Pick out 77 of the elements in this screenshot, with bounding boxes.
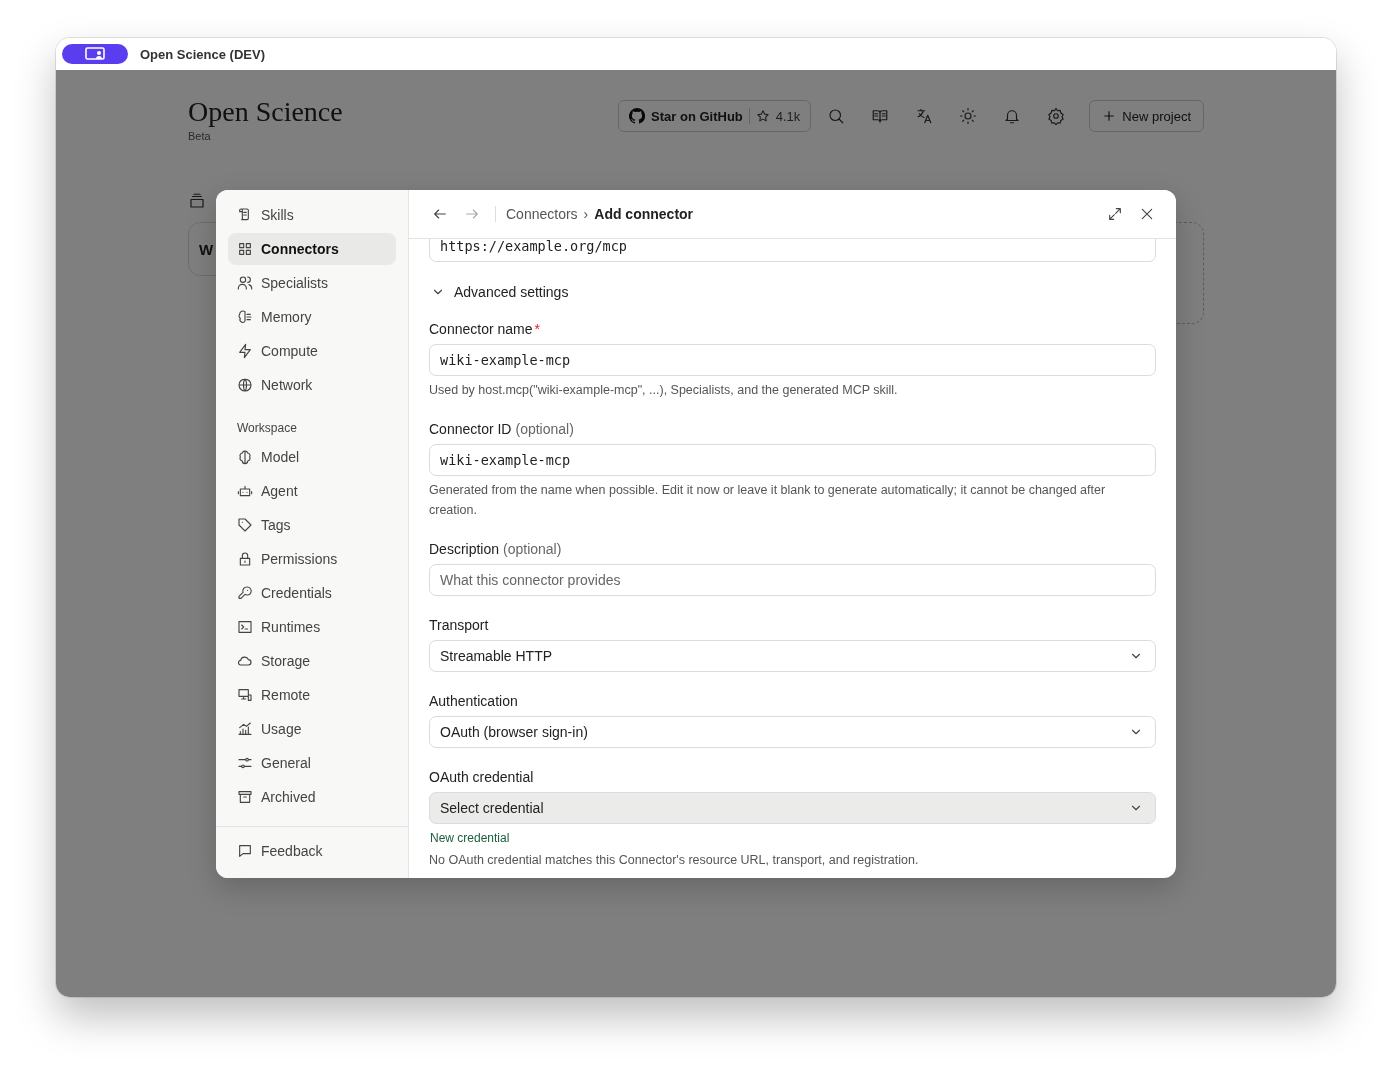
- text-field[interactable]: wiki-example-mcp: [429, 444, 1156, 476]
- required-mark: *: [534, 321, 540, 337]
- sidebar-item-icon: [237, 449, 253, 465]
- sidebar-item-icon: [237, 241, 253, 257]
- sidebar-heading: Workspace: [236, 420, 298, 437]
- sidebar-item[interactable]: General: [228, 747, 396, 779]
- sidebar-item-icon: [237, 585, 253, 601]
- sidebar-item[interactable]: Tags: [228, 509, 396, 541]
- sidebar-item-icon: [237, 687, 253, 703]
- sidebar-item[interactable]: Skills: [228, 199, 396, 231]
- sidebar-item-icon: [237, 517, 253, 533]
- field-label: Connector name*: [429, 321, 541, 337]
- settings-icon: [1047, 107, 1066, 125]
- sidebar-item[interactable]: Permissions: [228, 543, 396, 575]
- github-star-button[interactable]: Star on GitHub 4.1k: [618, 100, 812, 132]
- sidebar-item[interactable]: Runtimes: [228, 611, 396, 643]
- speech-bubble-icon: [237, 843, 253, 859]
- field-label: Authentication: [429, 693, 519, 709]
- field-label: Description (optional): [429, 541, 563, 557]
- book-icon: [871, 107, 890, 125]
- breadcrumb-link[interactable]: Connectors: [506, 206, 578, 222]
- app-title: Open Science: [188, 96, 343, 128]
- expand-icon: [1107, 206, 1123, 222]
- close-icon: [1139, 206, 1155, 222]
- help-text: Generated from the name when possible. Edit it now or leave it blank to generate automatically; it cannot be changed after creation.: [429, 482, 1107, 519]
- sidebar-item[interactable]: Network: [228, 369, 396, 401]
- sidebar-item-icon: [237, 309, 253, 325]
- select-field[interactable]: OAuth (browser sign-in): [429, 716, 1156, 748]
- text-field[interactable]: wiki-example-mcp: [429, 344, 1156, 376]
- sidebar-item[interactable]: Archived: [228, 781, 396, 813]
- sidebar-item[interactable]: Connectors: [228, 233, 396, 265]
- sidebar-item[interactable]: Credentials: [228, 577, 396, 609]
- bell-icon: [1003, 107, 1022, 125]
- url-field[interactable]: https://example.org/mcp: [429, 239, 1156, 262]
- sidebar-item-icon: [237, 483, 253, 499]
- sidebar-item-icon: [237, 551, 253, 567]
- sidebar-item-icon: [237, 721, 253, 737]
- window-title: Open Science (DEV): [140, 46, 265, 62]
- sidebar-item[interactable]: Compute: [228, 335, 396, 367]
- sidebar-item-icon: [237, 275, 253, 291]
- translate-icon: [915, 107, 934, 125]
- breadcrumb-separator: ›: [583, 206, 589, 222]
- sidebar-item-icon: [237, 789, 253, 805]
- feedback-item[interactable]: Feedback: [228, 835, 396, 867]
- sun-icon: [959, 107, 978, 125]
- sidebar-item[interactable]: Usage: [228, 713, 396, 745]
- sidebar-item[interactable]: Agent: [228, 475, 396, 507]
- app-subtitle: Beta: [188, 130, 212, 142]
- sidebar-item[interactable]: Specialists: [228, 267, 396, 299]
- sidebar-item-icon: [237, 653, 253, 669]
- field-label: Connector ID (optional): [429, 421, 575, 437]
- sidebar-item[interactable]: Model: [228, 441, 396, 473]
- select-field[interactable]: Streamable HTTP: [429, 640, 1156, 672]
- sidebar-item[interactable]: Memory: [228, 301, 396, 333]
- star-icon: [755, 109, 770, 123]
- arrow-left-icon: [432, 206, 448, 222]
- advanced-settings-toggle[interactable]: Advanced settings: [429, 284, 1156, 300]
- sidebar-item[interactable]: Storage: [228, 645, 396, 677]
- field-label: OAuth credential: [429, 769, 535, 785]
- sidebar-item-icon: [237, 755, 253, 771]
- sidebar-item-icon: [237, 343, 253, 359]
- stack-icon: [188, 192, 206, 210]
- sidebar-item[interactable]: Remote: [228, 679, 396, 711]
- breadcrumb-current: Add connector: [594, 206, 694, 222]
- help-text: Used by host.mcp("wiki-example-mcp", ...), Specialists, and the generated MCP skill.: [429, 382, 899, 399]
- sidebar-item-icon: [237, 619, 253, 635]
- card-title: W: [199, 240, 214, 258]
- arrow-right-icon: [464, 206, 480, 222]
- help-text: No OAuth credential matches this Connector's resource URL, transport, and registration.: [429, 852, 920, 869]
- search-icon: [827, 107, 846, 125]
- sidebar-item-icon: [237, 377, 253, 393]
- new-project-button[interactable]: New project: [1089, 100, 1204, 132]
- plus-icon: [1102, 109, 1117, 123]
- github-icon: [629, 108, 646, 124]
- field-label: Transport: [429, 617, 490, 633]
- text-field[interactable]: What this connector provides: [429, 564, 1156, 596]
- screen-user-icon: [85, 46, 105, 62]
